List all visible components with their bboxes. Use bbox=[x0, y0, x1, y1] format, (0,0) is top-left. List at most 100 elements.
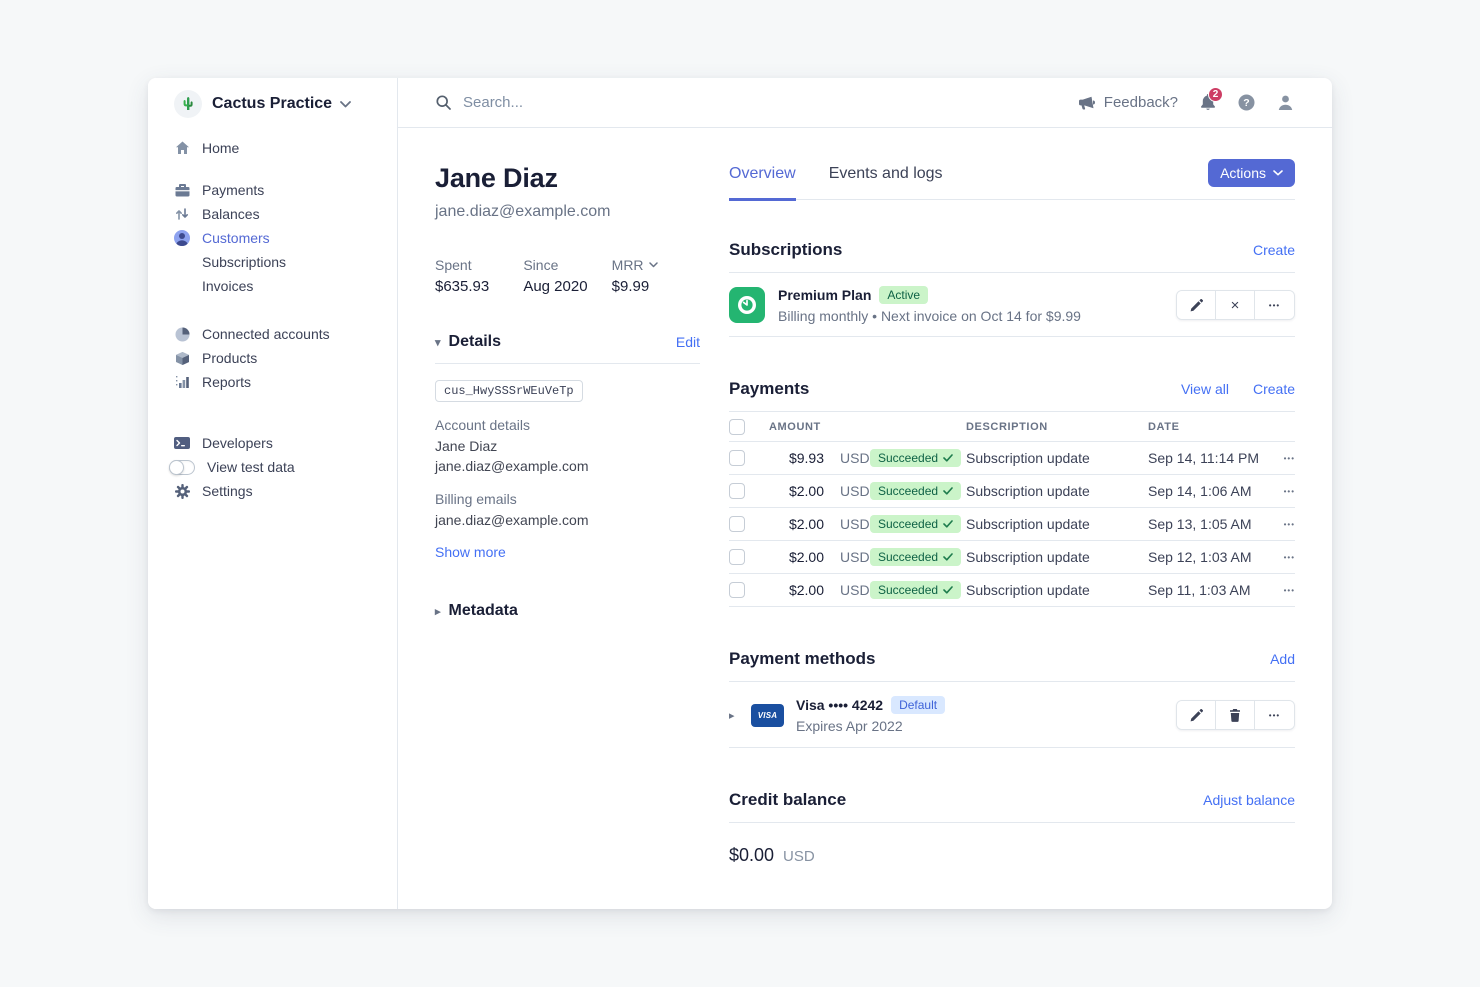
payment-method-row[interactable]: ▸ VISA Visa •••• 4242 Default Expires Ap… bbox=[729, 682, 1295, 748]
search-bar[interactable] bbox=[436, 94, 1079, 111]
payment-amount: $2.00 bbox=[769, 549, 824, 565]
topbar: Feedback? 2 ? bbox=[398, 78, 1332, 128]
more-icon: ••• bbox=[1269, 711, 1280, 720]
view-all-payments-link[interactable]: View all bbox=[1181, 381, 1229, 397]
chevron-down-icon[interactable] bbox=[649, 262, 658, 268]
feedback-button[interactable]: Feedback? bbox=[1079, 94, 1178, 111]
tab-events-and-logs[interactable]: Events and logs bbox=[829, 165, 943, 199]
payment-row[interactable]: $2.00 USD Succeeded Subscription update … bbox=[729, 541, 1295, 574]
more-icon[interactable]: ••• bbox=[1271, 487, 1295, 496]
row-checkbox[interactable] bbox=[729, 549, 745, 565]
megaphone-icon bbox=[1079, 96, 1096, 110]
content: Jane Diaz jane.diaz@example.com Spent $6… bbox=[398, 128, 1332, 909]
divider bbox=[435, 363, 700, 364]
payment-amount: $2.00 bbox=[769, 516, 824, 532]
payment-date: Sep 14, 11:14 PM bbox=[1148, 450, 1271, 466]
cancel-subscription-button[interactable]: × bbox=[1216, 291, 1255, 319]
sidebar-item-products[interactable]: Products bbox=[174, 346, 397, 370]
sidebar-item-subscriptions[interactable]: Subscriptions bbox=[174, 250, 397, 274]
payments-table-header: AMOUNT DESCRIPTION DATE bbox=[729, 411, 1295, 442]
subscription-info: Premium Plan Active Billing monthly • Ne… bbox=[778, 286, 1176, 324]
sidebar-item-payments[interactable]: Payments bbox=[174, 178, 397, 202]
search-input[interactable] bbox=[463, 94, 763, 111]
sidebar-item-label: Payments bbox=[202, 182, 264, 198]
edit-subscription-button[interactable] bbox=[1177, 291, 1216, 319]
sidebar-item-balances[interactable]: Balances bbox=[174, 202, 397, 226]
tabs-row: Overview Events and logs Actions bbox=[729, 165, 1295, 200]
notifications-button[interactable]: 2 bbox=[1200, 94, 1216, 111]
payment-row[interactable]: $2.00 USD Succeeded Subscription update … bbox=[729, 508, 1295, 541]
more-icon[interactable]: ••• bbox=[1271, 454, 1295, 463]
more-icon[interactable]: ••• bbox=[1271, 586, 1295, 595]
help-button[interactable]: ? bbox=[1238, 94, 1255, 111]
sidebar-item-connected-accounts[interactable]: Connected accounts bbox=[174, 322, 397, 346]
sidebar-item-customers[interactable]: Customers bbox=[174, 226, 397, 250]
subscription-row[interactable]: Premium Plan Active Billing monthly • Ne… bbox=[729, 273, 1295, 337]
divider bbox=[729, 822, 1295, 823]
account-detail-name: Jane Diaz bbox=[435, 437, 700, 456]
show-more-link[interactable]: Show more bbox=[435, 544, 506, 560]
payments-title: Payments bbox=[729, 379, 809, 399]
arrows-up-down-icon bbox=[174, 206, 190, 222]
expander-triangle-icon[interactable]: ▸ bbox=[729, 709, 751, 722]
payment-row[interactable]: $9.93 USD Succeeded Subscription update … bbox=[729, 442, 1295, 475]
sidebar-item-view-test-data[interactable]: View test data bbox=[174, 455, 397, 479]
edit-details-link[interactable]: Edit bbox=[676, 334, 700, 350]
row-checkbox[interactable] bbox=[729, 483, 745, 499]
app-window: Cactus Practice Home Payments Balances bbox=[148, 78, 1332, 909]
terminal-icon bbox=[174, 435, 190, 451]
more-card-button[interactable]: ••• bbox=[1255, 701, 1294, 729]
payment-amount: $2.00 bbox=[769, 582, 824, 598]
status-badge: Succeeded bbox=[870, 581, 961, 599]
sidebar-item-settings[interactable]: Settings bbox=[174, 479, 397, 503]
add-payment-method-link[interactable]: Add bbox=[1270, 651, 1295, 667]
delete-card-button[interactable] bbox=[1216, 701, 1255, 729]
profile-button[interactable] bbox=[1277, 94, 1294, 111]
customer-stats: Spent $635.93 Since Aug 2020 MRR $9.99 bbox=[435, 257, 700, 295]
details-toggle[interactable]: ▾ Details bbox=[435, 333, 501, 351]
sidebar-item-invoices[interactable]: Invoices bbox=[174, 274, 397, 298]
payment-date: Sep 13, 1:05 AM bbox=[1148, 516, 1271, 532]
edit-card-button[interactable] bbox=[1177, 701, 1216, 729]
account-switcher[interactable]: Cactus Practice bbox=[174, 90, 397, 118]
payment-description: Subscription update bbox=[966, 582, 1148, 598]
sidebar-item-home[interactable]: Home bbox=[174, 136, 397, 160]
subscription-actions: × ••• bbox=[1176, 290, 1295, 320]
more-subscription-button[interactable]: ••• bbox=[1255, 291, 1294, 319]
chevron-down-icon bbox=[340, 101, 351, 108]
feedback-label: Feedback? bbox=[1104, 94, 1178, 111]
row-checkbox[interactable] bbox=[729, 450, 745, 466]
payment-currency: USD bbox=[824, 549, 870, 565]
default-badge: Default bbox=[891, 696, 945, 714]
sidebar-item-developers[interactable]: Developers bbox=[174, 431, 397, 455]
test-data-toggle[interactable] bbox=[169, 460, 195, 475]
more-icon[interactable]: ••• bbox=[1271, 520, 1295, 529]
payment-row[interactable]: $2.00 USD Succeeded Subscription update … bbox=[729, 475, 1295, 508]
credit-balance-currency: USD bbox=[783, 848, 815, 865]
home-icon bbox=[174, 140, 190, 156]
create-payment-link[interactable]: Create bbox=[1253, 381, 1295, 397]
metadata-toggle[interactable]: ▸ Metadata bbox=[435, 602, 700, 620]
payment-currency: USD bbox=[824, 450, 870, 466]
payment-row[interactable]: $2.00 USD Succeeded Subscription update … bbox=[729, 574, 1295, 607]
payment-methods-section: Payment methods Add ▸ VISA Visa •••• 424… bbox=[729, 649, 1295, 748]
stat-label: MRR bbox=[612, 257, 700, 273]
adjust-balance-link[interactable]: Adjust balance bbox=[1203, 792, 1295, 808]
customer-id-badge[interactable]: cus_HwySSSrWEuVeTp bbox=[435, 380, 583, 402]
account-details-label: Account details bbox=[435, 417, 700, 433]
payment-description: Subscription update bbox=[966, 450, 1148, 466]
column-description: DESCRIPTION bbox=[966, 421, 1148, 433]
tab-overview[interactable]: Overview bbox=[729, 165, 796, 201]
create-subscription-link[interactable]: Create bbox=[1253, 242, 1295, 258]
trash-icon bbox=[1229, 709, 1241, 722]
gear-icon bbox=[174, 483, 190, 499]
sidebar-item-reports[interactable]: Reports bbox=[174, 370, 397, 394]
row-checkbox[interactable] bbox=[729, 516, 745, 532]
actions-button[interactable]: Actions bbox=[1208, 159, 1295, 187]
more-icon[interactable]: ••• bbox=[1271, 553, 1295, 562]
select-all-checkbox[interactable] bbox=[729, 419, 745, 435]
row-checkbox[interactable] bbox=[729, 582, 745, 598]
sidebar: Cactus Practice Home Payments Balances bbox=[148, 78, 398, 909]
sidebar-item-label: Customers bbox=[202, 230, 270, 246]
sidebar-item-label: Connected accounts bbox=[202, 326, 330, 342]
